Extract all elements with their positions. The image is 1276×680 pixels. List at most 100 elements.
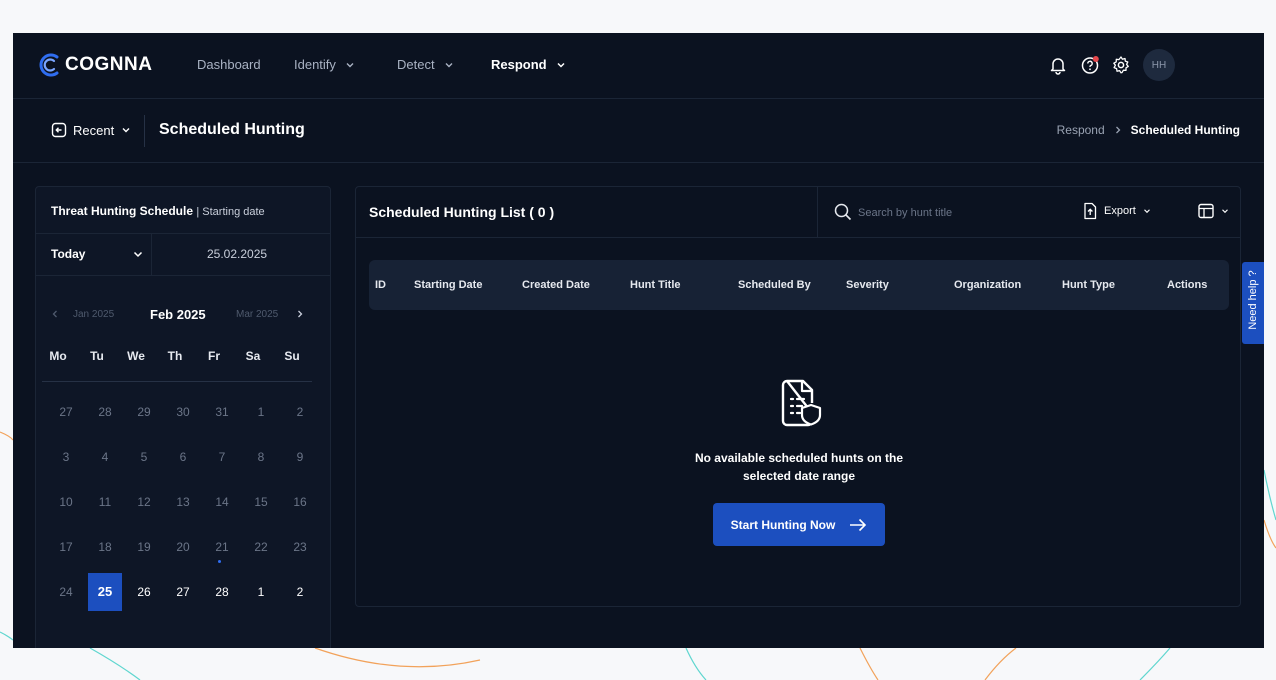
chevron-down-icon	[122, 128, 130, 133]
schedule-header: Threat Hunting Schedule | Starting date	[51, 204, 265, 218]
column-header-severity[interactable]: Severity	[846, 279, 889, 291]
calendar-day[interactable]: 24	[49, 573, 83, 611]
columns-toggle-button[interactable]	[1197, 202, 1230, 220]
table-columns-icon	[1198, 203, 1214, 219]
calendar-day[interactable]: 26	[127, 573, 161, 611]
calendar-day[interactable]: 8	[244, 438, 278, 476]
calendar-day[interactable]: 5	[127, 438, 161, 476]
list-title: Scheduled Hunting List ( 0 )	[369, 204, 554, 220]
prev-month-label[interactable]: Jan 2025	[73, 309, 114, 320]
column-header-organization[interactable]: Organization	[954, 279, 1021, 291]
calendar-day[interactable]: 21	[205, 528, 239, 566]
calendar-day[interactable]: 7	[205, 438, 239, 476]
empty-message-line-1: No available scheduled hunts on the	[694, 451, 904, 465]
arrow-right-icon	[850, 518, 867, 531]
need-help-tab[interactable]: Need help ?	[1242, 262, 1264, 344]
column-header-hunt-type[interactable]: Hunt Type	[1062, 279, 1115, 291]
calendar-day[interactable]: 22	[244, 528, 278, 566]
need-help-label: Need help ?	[1247, 270, 1259, 330]
column-header-id[interactable]: ID	[375, 279, 386, 291]
calendar-day[interactable]: 4	[88, 438, 122, 476]
back-box-icon	[51, 122, 67, 138]
calendar-day[interactable]: 2	[283, 393, 317, 431]
calendar-day[interactable]: 13	[166, 483, 200, 521]
column-header-scheduled-by[interactable]: Scheduled By	[738, 279, 811, 291]
next-month-label[interactable]: Mar 2025	[236, 309, 278, 320]
brand-logo[interactable]: COGNNA	[37, 52, 152, 78]
calendar-day[interactable]: 14	[205, 483, 239, 521]
calendar-day[interactable]: 9	[283, 438, 317, 476]
calendar-day[interactable]: 6	[166, 438, 200, 476]
chevron-right-icon[interactable]	[295, 309, 305, 319]
page-title: Scheduled Hunting	[159, 121, 305, 138]
calendar-day-selected[interactable]: 25	[88, 573, 122, 611]
chevron-down-icon	[346, 62, 354, 67]
calendar-day[interactable]: 15	[244, 483, 278, 521]
nav-label: Dashboard	[197, 57, 261, 72]
breadcrumb-respond[interactable]: Respond	[1057, 123, 1105, 137]
calendar-day[interactable]: 19	[127, 528, 161, 566]
current-month-label: Feb 2025	[150, 307, 206, 322]
search-input[interactable]	[856, 202, 1040, 224]
column-header-actions: Actions	[1167, 279, 1208, 291]
calendar-day[interactable]: 28	[88, 393, 122, 431]
chevron-down-icon	[1143, 209, 1150, 214]
export-button[interactable]: Export	[1082, 202, 1152, 220]
nav-respond[interactable]: Respond	[491, 57, 567, 72]
nav-label: Respond	[491, 57, 547, 72]
calendar-day[interactable]: 31	[205, 393, 239, 431]
weekday-label: Fr	[208, 349, 220, 363]
schedule-subtitle: | Starting date	[196, 206, 265, 218]
recent-dropdown[interactable]: Recent	[51, 122, 132, 138]
help-icon[interactable]	[1080, 55, 1100, 75]
cognna-logo-icon	[39, 53, 59, 77]
calendar-day[interactable]: 10	[49, 483, 83, 521]
calendar-day[interactable]: 12	[127, 483, 161, 521]
calendar-day[interactable]: 1	[244, 393, 278, 431]
calendar-day[interactable]: 28	[205, 573, 239, 611]
gear-icon[interactable]	[1111, 55, 1131, 75]
calendar-day[interactable]: 23	[283, 528, 317, 566]
range-select[interactable]: Today	[36, 234, 152, 275]
chevron-down-icon	[445, 62, 453, 67]
calendar-day[interactable]: 27	[49, 393, 83, 431]
calendar-day[interactable]: 20	[166, 528, 200, 566]
date-range-row: Today 25.02.2025	[36, 233, 330, 276]
start-hunting-button[interactable]: Start Hunting Now	[713, 503, 885, 546]
calendar-day[interactable]: 27	[166, 573, 200, 611]
weekday-label: Su	[284, 349, 300, 363]
column-header-created-date[interactable]: Created Date	[522, 279, 590, 291]
calendar-day[interactable]: 30	[166, 393, 200, 431]
export-file-icon	[1084, 202, 1097, 220]
list-title-text: Scheduled Hunting List	[369, 204, 526, 220]
column-header-starting-date[interactable]: Starting Date	[414, 279, 482, 291]
calendar-day[interactable]: 11	[88, 483, 122, 521]
chevron-left-icon[interactable]	[50, 309, 60, 319]
empty-state-message: No available scheduled hunts on the sele…	[662, 449, 936, 485]
column-header-hunt-title[interactable]: Hunt Title	[630, 279, 681, 291]
nav-dashboard[interactable]: Dashboard	[197, 57, 261, 72]
schedule-title: Threat Hunting Schedule	[51, 204, 194, 218]
calendar-day[interactable]: 1	[244, 573, 278, 611]
weekday-label: Th	[167, 349, 183, 363]
bell-icon[interactable]	[1048, 55, 1068, 75]
weekday-label: Mo	[49, 349, 67, 363]
calendar-day[interactable]: 17	[49, 528, 83, 566]
top-navigation: COGNNA Dashboard Identify Detect Respond	[13, 33, 1264, 99]
chevron-down-icon	[557, 62, 565, 68]
calendar-day[interactable]: 16	[283, 483, 317, 521]
empty-message-line-2: selected date range	[742, 469, 856, 483]
selected-date-field[interactable]: 25.02.2025	[207, 247, 267, 261]
nav-label: Identify	[294, 57, 336, 72]
nav-identify[interactable]: Identify	[294, 57, 356, 72]
app-window: COGNNA Dashboard Identify Detect Respond	[13, 33, 1264, 648]
search-icon	[834, 203, 852, 221]
calendar-day[interactable]: 29	[127, 393, 161, 431]
brand-name: COGNNA	[65, 54, 153, 75]
calendar-day[interactable]: 3	[49, 438, 83, 476]
calendar-day[interactable]: 18	[88, 528, 122, 566]
calendar-day[interactable]: 2	[283, 573, 317, 611]
chevron-down-icon	[1222, 209, 1228, 214]
user-avatar[interactable]: HH	[1143, 49, 1175, 81]
nav-detect[interactable]: Detect	[397, 57, 455, 72]
